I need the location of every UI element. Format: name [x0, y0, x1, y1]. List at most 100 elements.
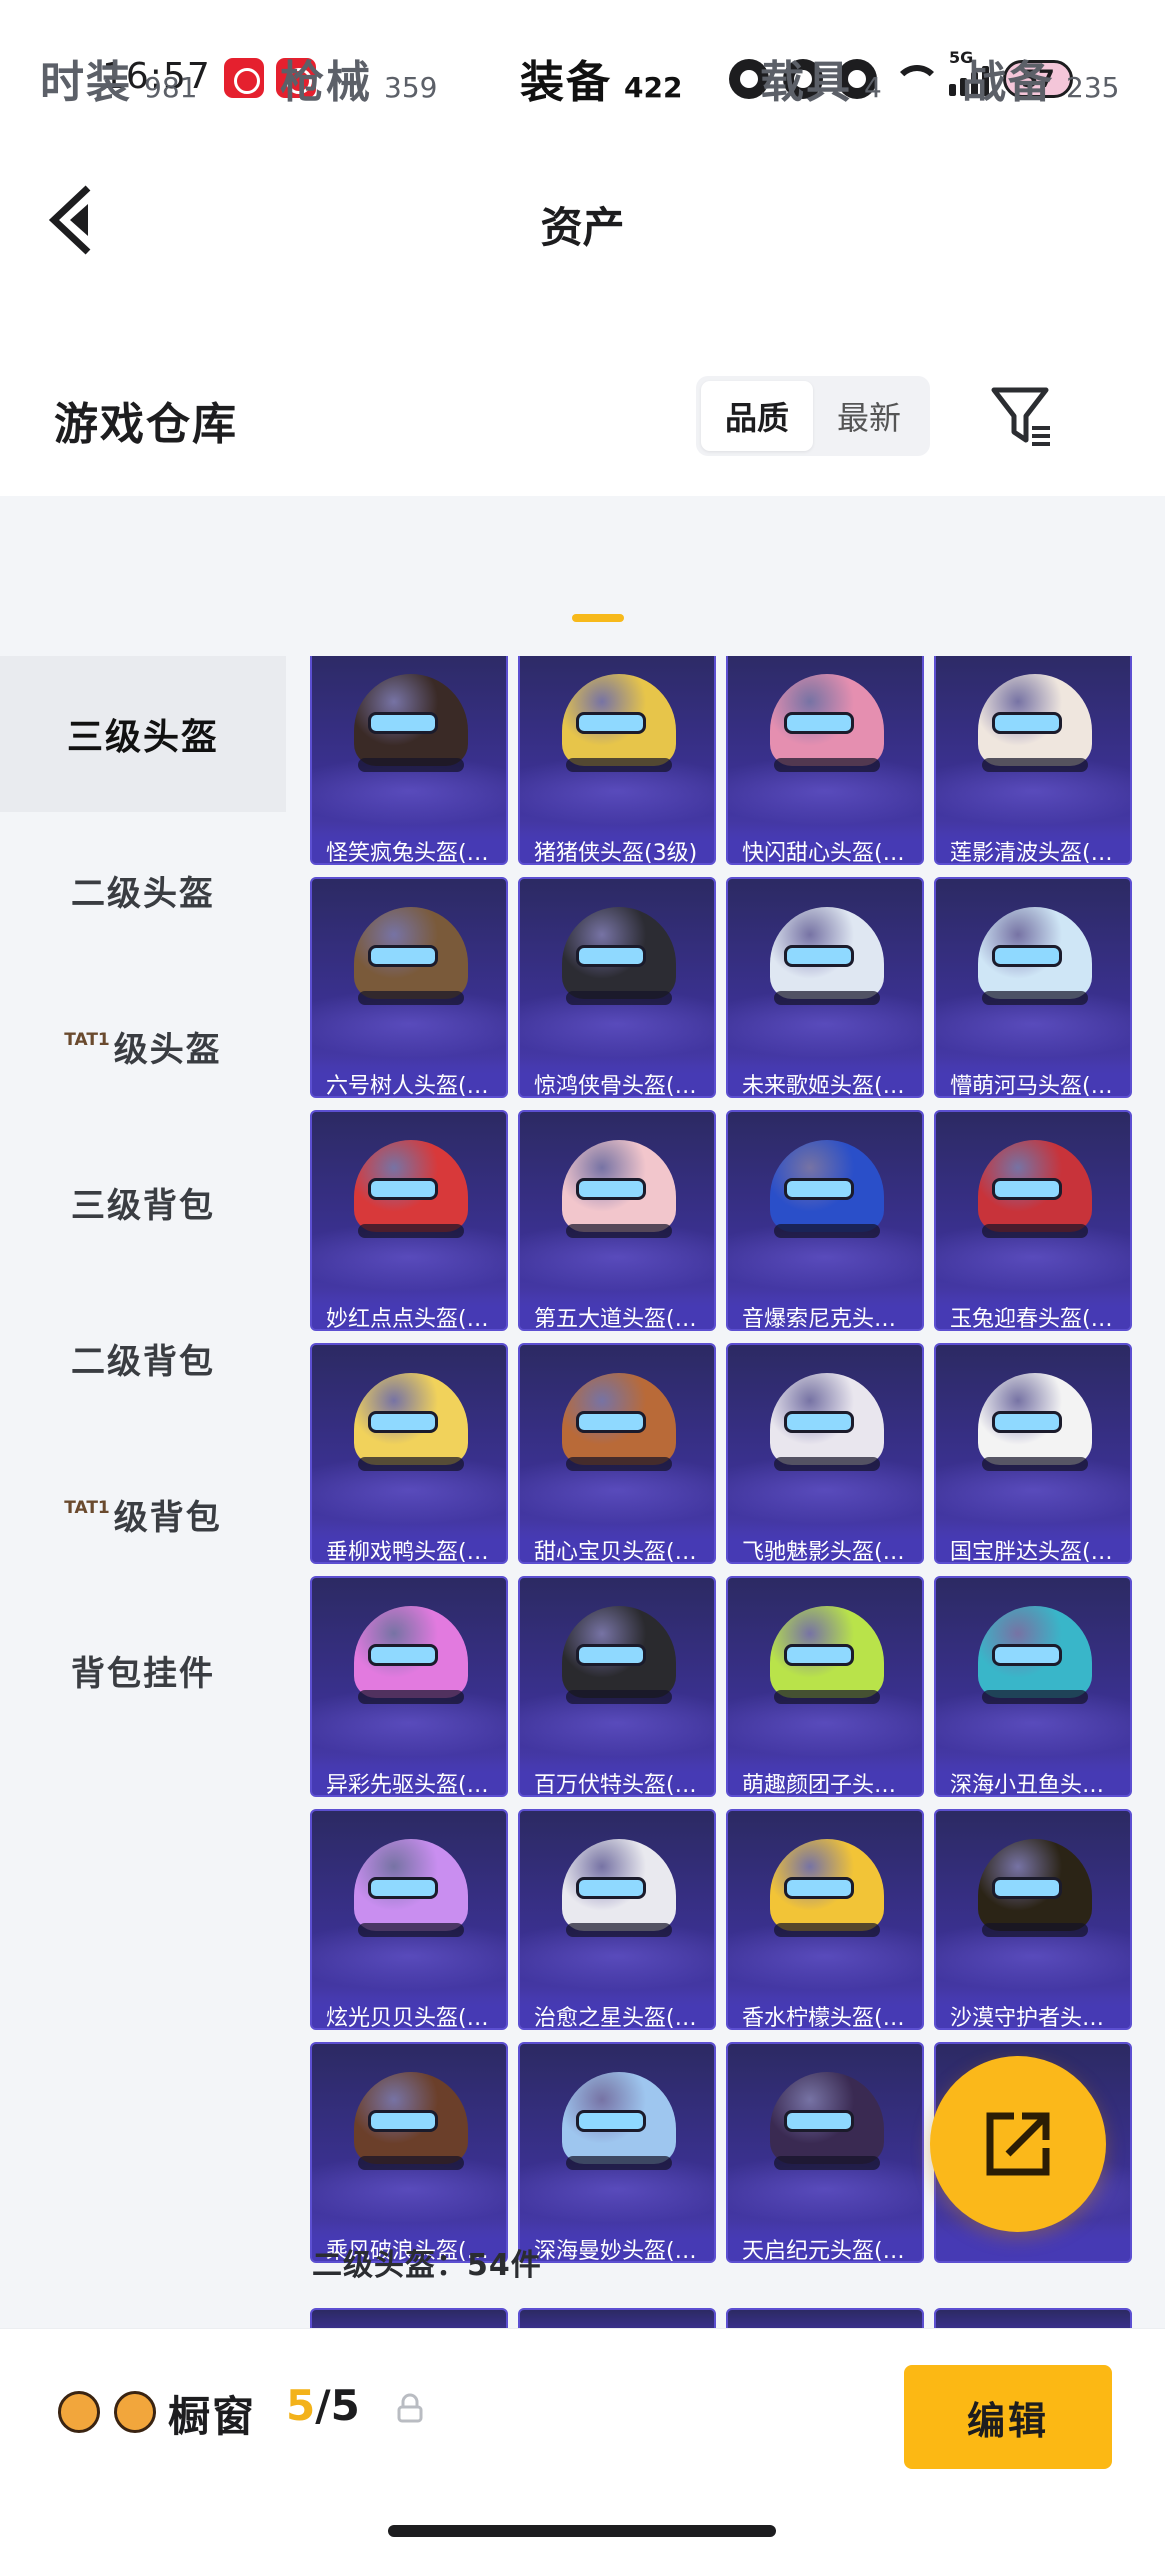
external-link-icon — [986, 2112, 1050, 2176]
helmet-icon — [562, 1839, 676, 1943]
tab-firearms[interactable]: 枪械 359 — [280, 46, 437, 110]
paw-emoji-icon — [114, 2391, 156, 2433]
tab-supplies[interactable]: 战备 235 — [962, 46, 1119, 110]
item-card[interactable]: 萌趣颜团子头… — [726, 1576, 924, 1797]
item-name: 百万伏特头盔(… — [534, 1773, 697, 1795]
active-tab-indicator — [572, 614, 624, 622]
edit-button[interactable]: 编辑 — [904, 2365, 1112, 2469]
helmet-icon — [770, 1373, 884, 1477]
item-card[interactable]: 快闪甜心头盔(… — [726, 656, 924, 865]
item-name: 六号树人头盔(… — [326, 1074, 489, 1096]
item-card[interactable]: 垂柳戏鸭头盔(… — [310, 1343, 508, 1564]
item-card[interactable]: 玉兔迎春头盔(… — [934, 1110, 1132, 1331]
item-card[interactable]: 飞驰魅影头盔(… — [726, 1343, 924, 1564]
item-card[interactable] — [934, 2308, 1132, 2328]
helmet-icon — [978, 1373, 1092, 1477]
item-card[interactable]: 怪笑疯兔头盔(… — [310, 656, 508, 865]
item-name: 垂柳戏鸭头盔(… — [326, 1540, 489, 1562]
item-card[interactable]: 香水柠檬头盔(… — [726, 1809, 924, 2030]
item-card[interactable] — [310, 2308, 508, 2328]
item-card[interactable] — [518, 2308, 716, 2328]
item-card[interactable]: 音爆索尼克头… — [726, 1110, 924, 1331]
sidebar-item[interactable]: 背包挂件 — [0, 1592, 286, 1748]
sidebar-item-label: 二级头盔 — [71, 873, 215, 914]
warehouse-title: 游戏仓库 — [54, 399, 238, 450]
sidebar-item[interactable]: TAT1 级头盔 — [0, 968, 286, 1124]
sidebar-item-label: 二级背包 — [71, 1341, 215, 1382]
tier-badge: TAT1 — [64, 1030, 110, 1050]
helmet-icon — [770, 1839, 884, 1943]
showcase-bar: 橱窗 5/5 编辑 — [0, 2328, 1165, 2560]
showcase-current: 5 — [286, 2381, 316, 2430]
sidebar-item-label: 三级背包 — [71, 1185, 215, 1226]
sort-toggle: 品质 最新 — [696, 376, 930, 456]
item-name: 第五大道头盔(… — [534, 1307, 697, 1329]
item-card[interactable] — [726, 2308, 924, 2328]
tab-count: 359 — [384, 71, 438, 104]
sidebar-item[interactable]: TAT1 级背包 — [0, 1436, 286, 1592]
sidebar-item-label: 级背包 — [113, 1497, 222, 1538]
sidebar-item[interactable]: 三级背包 — [0, 1124, 286, 1280]
helmet-icon — [978, 907, 1092, 1011]
item-card[interactable]: 治愈之星头盔(… — [518, 1809, 716, 2030]
sort-quality-button[interactable]: 品质 — [701, 381, 813, 451]
sidebar-item[interactable]: 三级头盔 — [0, 656, 286, 812]
helmet-icon — [562, 674, 676, 778]
helmet-icon — [354, 674, 468, 778]
item-card[interactable]: 未来歌姬头盔(… — [726, 877, 924, 1098]
sidebar-item-label: 级头盔 — [113, 1029, 222, 1070]
item-name: 香水柠檬头盔(… — [742, 2006, 905, 2028]
home-indicator — [388, 2525, 776, 2537]
item-card[interactable]: 天启纪元头盔(… — [726, 2042, 924, 2263]
item-card[interactable]: 深海小丑鱼头… — [934, 1576, 1132, 1797]
item-card[interactable]: 懵萌河马头盔(… — [934, 877, 1132, 1098]
helmet-icon — [354, 1373, 468, 1477]
item-name: 沙漠守护者头… — [950, 2006, 1105, 2028]
item-grid: 怪笑疯兔头盔(… 猪猪侠头盔(3级) 快闪甜心头盔(… 莲影清波头盔(… 六号树人头盔(… — [310, 656, 1150, 2263]
tier-badge: TAT1 — [64, 1498, 110, 1518]
item-card[interactable]: 国宝胖达头盔(… — [934, 1343, 1132, 1564]
item-name: 深海小丑鱼头… — [950, 1773, 1105, 1795]
item-card[interactable]: 乘风破浪头盔(… — [310, 2042, 508, 2263]
item-card[interactable]: 异彩先驱头盔(… — [310, 1576, 508, 1797]
sort-newest-button[interactable]: 最新 — [813, 381, 925, 451]
tab-label: 枪械 — [280, 57, 372, 108]
sidebar-item[interactable]: 二级背包 — [0, 1280, 286, 1436]
item-name: 怪笑疯兔头盔(… — [326, 841, 489, 863]
tab-fashion[interactable]: 时装 981 — [40, 46, 197, 110]
share-fab-button[interactable] — [930, 2056, 1106, 2232]
helmet-icon — [978, 674, 1092, 778]
tab-equipment[interactable]: 装备 422 — [520, 46, 682, 110]
item-card[interactable]: 妙红点点头盔(… — [310, 1110, 508, 1331]
item-card[interactable]: 沙漠守护者头… — [934, 1809, 1132, 2030]
tab-label: 载具 — [760, 57, 852, 108]
helmet-icon — [562, 2072, 676, 2176]
item-card[interactable]: 炫光贝贝头盔(… — [310, 1809, 508, 2030]
tab-count: 981 — [144, 71, 198, 104]
item-card[interactable]: 莲影清波头盔(… — [934, 656, 1132, 865]
item-name: 音爆索尼克头… — [742, 1307, 897, 1329]
item-card[interactable]: 百万伏特头盔(… — [518, 1576, 716, 1797]
helmet-icon — [978, 1839, 1092, 1943]
item-card[interactable]: 深海曼妙头盔(… — [518, 2042, 716, 2263]
item-card[interactable]: 六号树人头盔(… — [310, 877, 508, 1098]
filter-button[interactable] — [990, 384, 1054, 448]
item-card[interactable]: 猪猪侠头盔(3级) — [518, 656, 716, 865]
tab-vehicles[interactable]: 载具 4 — [760, 46, 882, 110]
item-name: 深海曼妙头盔(… — [534, 2239, 697, 2261]
item-card[interactable]: 惊鸿侠骨头盔(… — [518, 877, 716, 1098]
helmet-icon — [770, 1606, 884, 1710]
tab-label: 时装 — [40, 57, 132, 108]
next-section-row — [310, 2308, 1150, 2328]
helmet-icon — [562, 1373, 676, 1477]
sidebar-item[interactable]: 二级头盔 — [0, 812, 286, 968]
showcase-total: /5 — [315, 2381, 360, 2430]
item-name: 飞驰魅影头盔(… — [742, 1540, 905, 1562]
showcase-label: 橱窗 — [168, 2392, 257, 2441]
item-card[interactable]: 第五大道头盔(… — [518, 1110, 716, 1331]
tab-label: 战备 — [962, 57, 1054, 108]
item-card[interactable]: 甜心宝贝头盔(… — [518, 1343, 716, 1564]
item-name: 治愈之星头盔(… — [534, 2006, 697, 2028]
item-name: 异彩先驱头盔(… — [326, 1773, 489, 1795]
tab-count: 4 — [864, 71, 882, 104]
